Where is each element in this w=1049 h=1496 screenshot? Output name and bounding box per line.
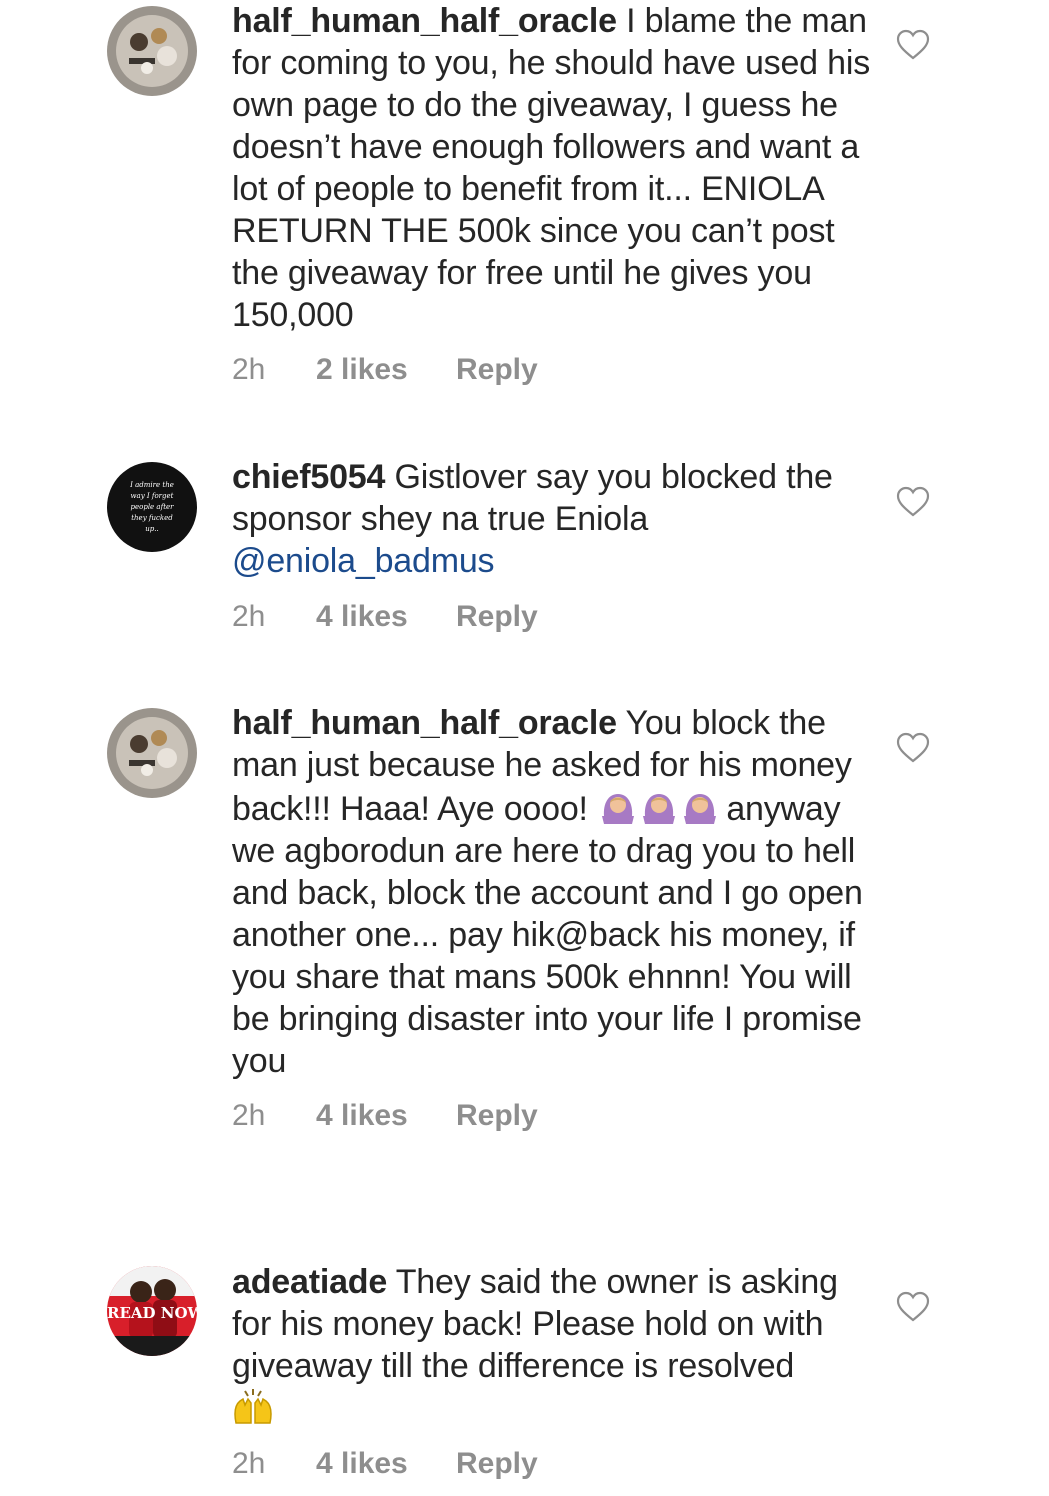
avatar-caption: I admire the way I forget people after t… — [130, 481, 174, 533]
heart-outline-icon[interactable] — [896, 29, 930, 61]
avatar-image-icon — [107, 6, 197, 96]
comment-username[interactable]: half_human_half_oracle — [232, 2, 617, 40]
woman-gesturing-ok-icon — [599, 786, 717, 826]
comment-text: adeatiade They said the owner is asking … — [232, 1261, 872, 1431]
heart-outline-icon[interactable] — [896, 1291, 930, 1323]
comment-time: 2h — [232, 1099, 266, 1132]
comment-time: 2h — [232, 353, 266, 386]
comment-time: 2h — [232, 1447, 266, 1480]
comment-likes[interactable]: 4 likes — [316, 597, 408, 637]
comment-time: 2h — [232, 600, 266, 633]
comment-likes[interactable]: 2 likes — [316, 350, 408, 390]
avatar[interactable]: READ NOW — [107, 1266, 197, 1356]
comment-likes[interactable]: 4 likes — [316, 1444, 408, 1484]
avatar-image-icon — [107, 708, 197, 798]
heart-outline-icon[interactable] — [896, 486, 930, 518]
mention-link[interactable]: @eniola_badmus — [232, 542, 495, 580]
reply-button[interactable]: Reply — [456, 1096, 538, 1136]
avatar-caption: READ NOW — [107, 1304, 197, 1322]
reply-button[interactable]: Reply — [456, 350, 538, 390]
reply-button[interactable]: Reply — [456, 597, 538, 637]
comment-body-continued: anyway we agborodun are here to drag you… — [232, 790, 863, 1080]
comment-text: half_human_half_oracle I blame the man f… — [232, 0, 872, 336]
reply-button[interactable]: Reply — [456, 1444, 538, 1484]
comment-text: chief5054 Gistlover say you blocked the … — [232, 456, 872, 582]
avatar[interactable]: I admire the way I forget people after t… — [107, 462, 197, 552]
comment-body: I blame the man for coming to you, he sh… — [232, 2, 870, 334]
avatar[interactable] — [107, 708, 197, 798]
comment-likes[interactable]: 4 likes — [316, 1096, 408, 1136]
comment-username[interactable]: half_human_half_oracle — [232, 704, 617, 742]
comment-text: half_human_half_oracle You block the man… — [232, 702, 872, 1082]
raising-hands-icon — [232, 1387, 274, 1427]
comment-username[interactable]: chief5054 — [232, 458, 385, 496]
avatar[interactable] — [107, 6, 197, 96]
comment-username[interactable]: adeatiade — [232, 1263, 387, 1301]
heart-outline-icon[interactable] — [896, 732, 930, 764]
